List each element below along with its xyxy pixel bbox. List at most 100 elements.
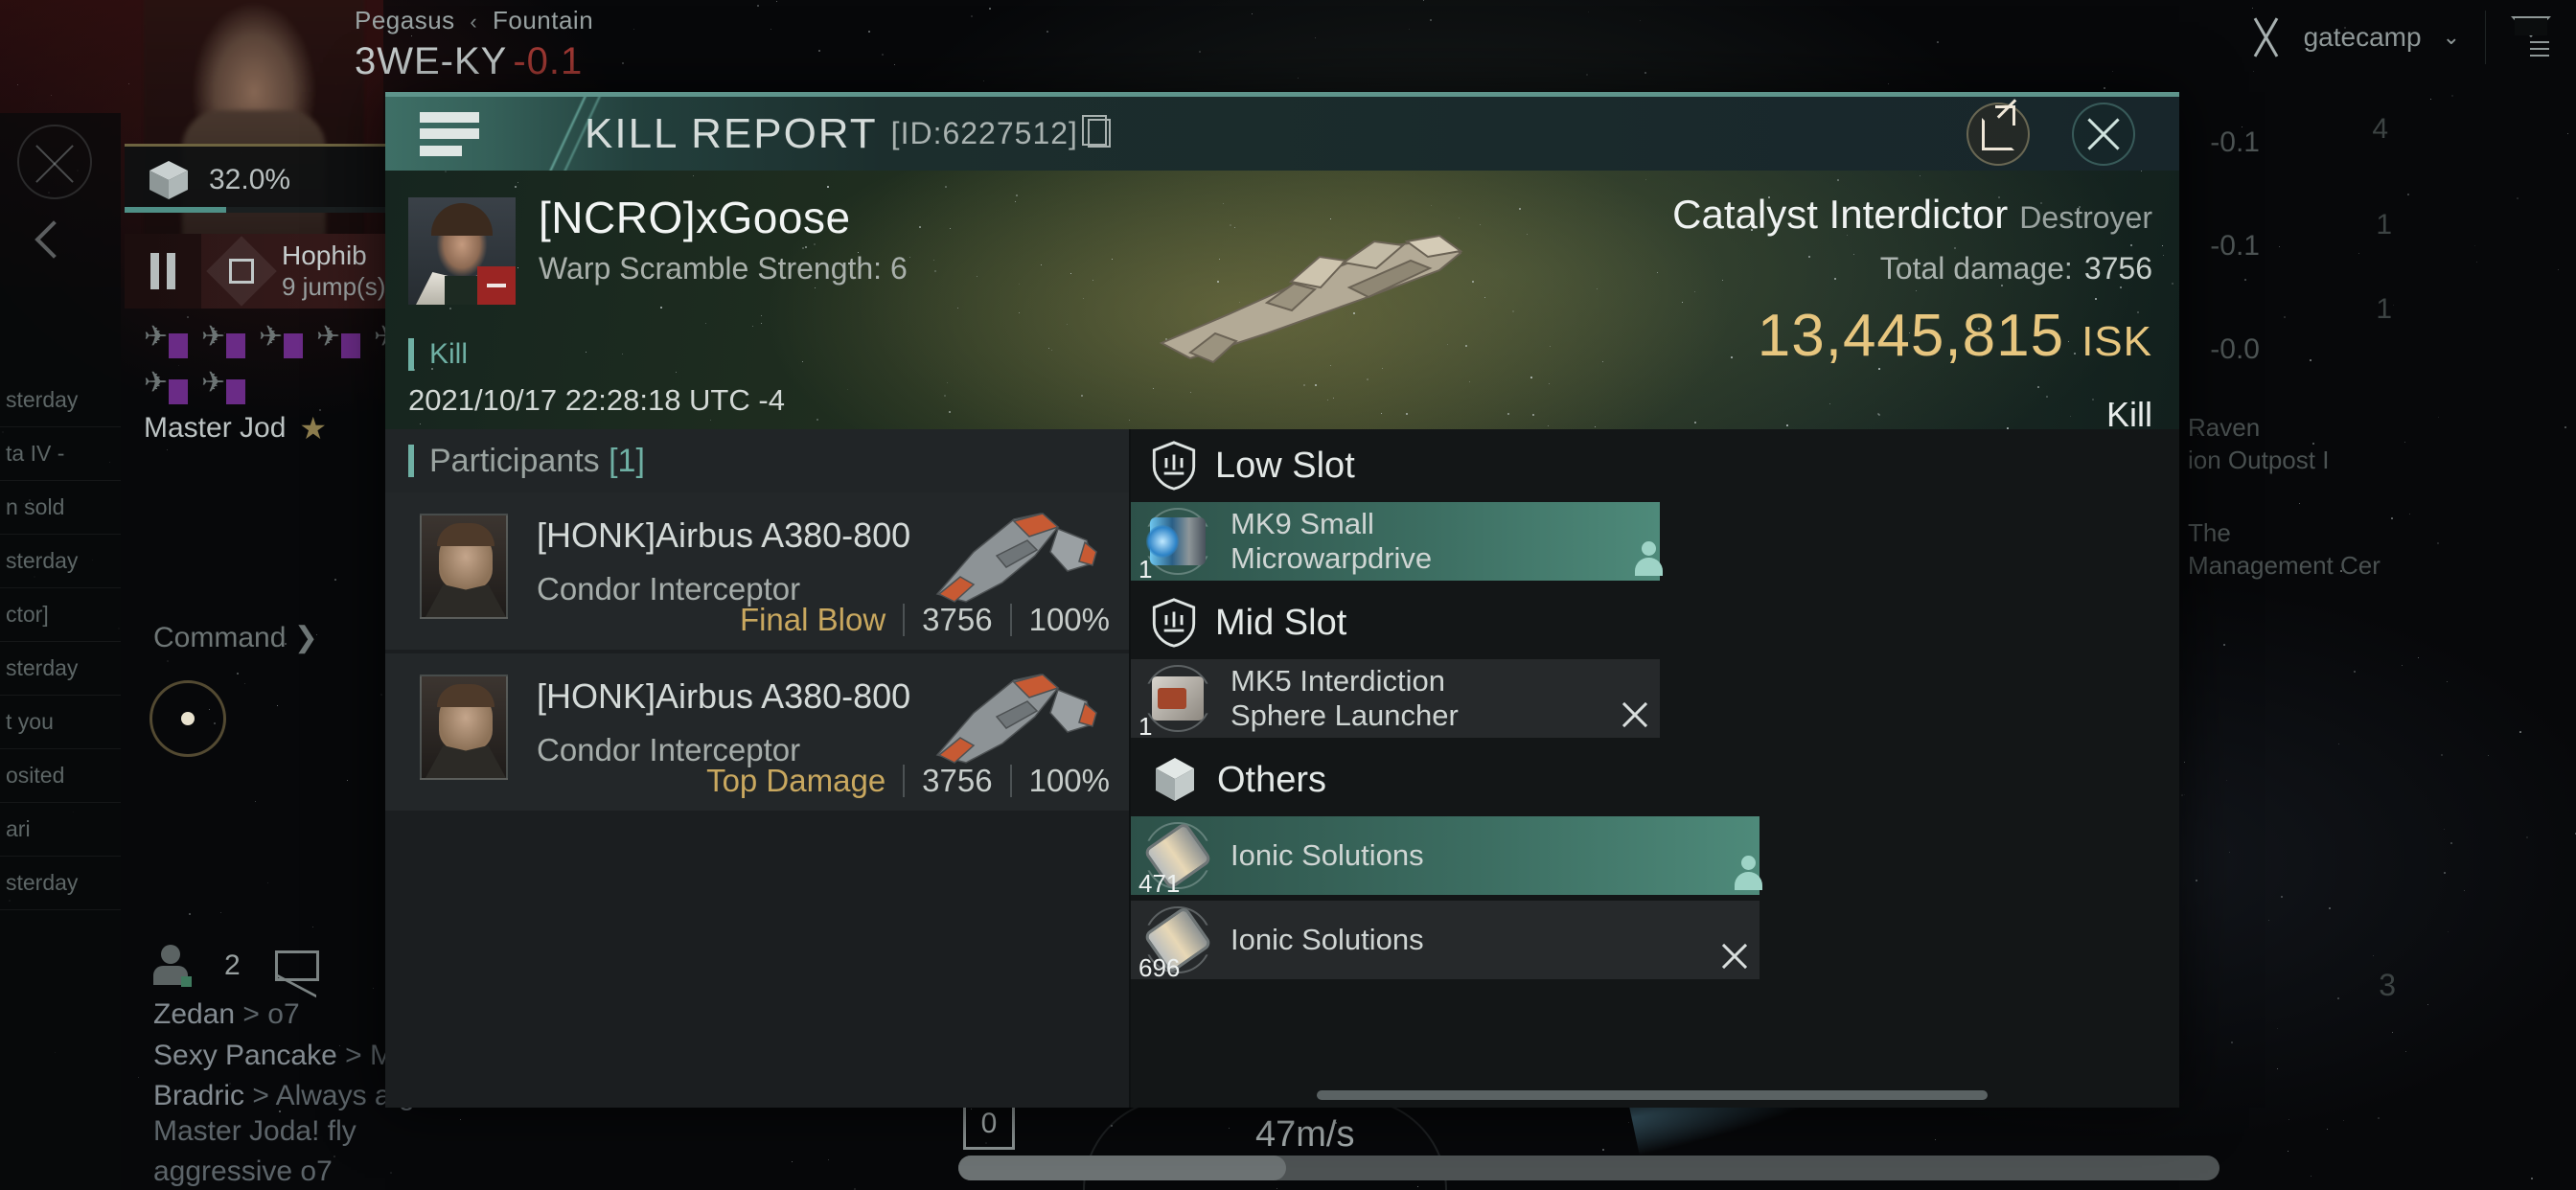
- kill-report-id[interactable]: [ID:6227512]: [891, 116, 1111, 151]
- notification-item[interactable]: osited: [0, 749, 121, 803]
- participants-list: [HONK]Airbus A380-800 Condor Interceptor…: [385, 492, 1129, 811]
- victim-warp-scramble: Warp Scramble Strength: 6: [539, 251, 908, 286]
- launcher-module-icon: [1152, 676, 1204, 721]
- avatar[interactable]: [408, 197, 516, 305]
- cargo-box-icon: [1152, 755, 1198, 805]
- notification-item[interactable]: sterday: [0, 642, 121, 696]
- nearby-management-label: Management Cer: [2188, 551, 2380, 580]
- gatecamp-filter-button[interactable]: gatecamp ⌄: [2220, 0, 2485, 75]
- slot-section-title: Low Slot: [1215, 446, 1355, 487]
- total-damage-row: Total damage: 3756: [1672, 251, 2152, 286]
- table-row[interactable]: [HONK]Airbus A380-800 Condor Interceptor…: [385, 653, 1129, 811]
- mail-icon[interactable]: [275, 950, 319, 981]
- fitting-column: Low Slot 1 MK9 Small Microwarpdrive Mid S…: [1131, 429, 2179, 1108]
- hamburger-icon[interactable]: [420, 112, 479, 156]
- command-menu-button[interactable]: Command ❯: [153, 621, 318, 654]
- notification-item[interactable]: sterday: [0, 535, 121, 588]
- nearby-the-label: The: [2188, 518, 2231, 547]
- nearby-the-entry[interactable]: The Management Cer: [2188, 517, 2408, 583]
- participant-percent: 100%: [1029, 763, 1110, 799]
- member-icon: [151, 945, 190, 987]
- overview-count-4: 3: [2379, 968, 2396, 1003]
- notification-item[interactable]: ari: [0, 803, 121, 857]
- kill-report-dialog: KILL REPORT [ID:6227512] [NCRO]xGoose Wa…: [385, 92, 2179, 1108]
- crossed-swords-icon: [2244, 15, 2288, 59]
- fleet-member-icon[interactable]: ✈: [201, 324, 245, 358]
- nearby-raven-entry[interactable]: Raven ion Outpost I: [2188, 412, 2408, 477]
- page-title: KILL REPORT: [585, 110, 878, 158]
- fleet-member-icon[interactable]: ✈: [259, 324, 303, 358]
- slot-section-modules: 471 Ionic Solutions 696 Ionic Solutions: [1131, 816, 2179, 985]
- kill-result-label: Kill: [1672, 395, 2152, 429]
- shield-slot-icon: [1152, 597, 1196, 649]
- close-icon: [2082, 113, 2125, 155]
- participant-percent: 100%: [1029, 602, 1110, 638]
- current-system[interactable]: 3WE-KY -0.1: [355, 40, 583, 83]
- notification-item[interactable]: n sold: [0, 481, 121, 535]
- destroyed-ship-render: [1123, 199, 1526, 381]
- module-slot-item[interactable]: 1 MK9 Small Microwarpdrive: [1131, 502, 1660, 581]
- fleet-commander-entry[interactable]: Master Jod ★: [144, 410, 327, 446]
- notification-item[interactable]: sterday: [0, 857, 121, 910]
- throttle-slider[interactable]: [958, 1156, 2220, 1180]
- horizontal-scrollbar[interactable]: [1317, 1090, 1988, 1100]
- shield-slot-icon: [1152, 440, 1196, 492]
- table-row[interactable]: [HONK]Airbus A380-800 Condor Interceptor…: [385, 492, 1129, 650]
- copy-icon[interactable]: [1088, 119, 1111, 148]
- module-slot-item[interactable]: 696 Ionic Solutions: [1131, 901, 1760, 979]
- nearby-sec-2: -0.1: [2210, 230, 2260, 263]
- isk-value: 13,445,815: [1758, 303, 2064, 369]
- isk-value-row: 13,445,815 ISK: [1672, 302, 2152, 370]
- chevron-down-icon: ⌄: [2443, 25, 2460, 50]
- victim-banner: [NCRO]xGoose Warp Scramble Strength: 6 K…: [385, 171, 2179, 429]
- slot-section-title: Others: [1217, 760, 1326, 801]
- fitting-sections: Low Slot 1 MK9 Small Microwarpdrive Mid S…: [1131, 429, 2179, 985]
- kill-timestamp: 2021/10/17 22:28:18 UTC -4: [408, 383, 785, 418]
- notification-item[interactable]: ta IV -: [0, 427, 121, 481]
- close-button[interactable]: [2072, 103, 2135, 166]
- filter-button[interactable]: [2486, 0, 2576, 75]
- total-damage-label: Total damage:: [1880, 251, 2073, 286]
- pause-icon[interactable]: [125, 234, 201, 309]
- module-slot-item[interactable]: 471 Ionic Solutions: [1131, 816, 1760, 895]
- stop-icon[interactable]: [206, 236, 277, 307]
- module-quantity: 1: [1138, 712, 1152, 742]
- participant-tag: Final Blow: [740, 602, 886, 638]
- participant-name: [HONK]Airbus A380-800: [537, 515, 910, 556]
- slot-section-modules: 1 MK5 Interdiction Sphere Launcher: [1131, 659, 2179, 744]
- victim-ship-name: Catalyst Interdictor: [1672, 192, 2008, 237]
- notification-item[interactable]: t you: [0, 696, 121, 749]
- isk-unit: ISK: [2082, 318, 2152, 365]
- victim-name[interactable]: [NCRO]xGoose: [539, 192, 851, 243]
- region-breadcrumb[interactable]: Pegasus ‹ Fountain: [355, 6, 593, 35]
- screen: Pegasus ‹ Fountain 3WE-KY -0.1 gatecamp ⌄…: [0, 0, 2576, 1190]
- character-portrait-background: [144, 0, 364, 259]
- system-name-label: 3WE-KY: [355, 40, 507, 82]
- module-name: MK5 Interdiction Sphere Launcher: [1230, 664, 1459, 732]
- top-right-toolbar: gatecamp ⌄: [2220, 0, 2576, 75]
- module-slot-item[interactable]: 1 MK5 Interdiction Sphere Launcher: [1131, 659, 1660, 738]
- fleet-member-icon[interactable]: ✈: [144, 370, 188, 404]
- avatar[interactable]: [420, 675, 508, 780]
- notification-item[interactable]: sterday: [0, 374, 121, 427]
- module-quantity: 471: [1138, 869, 1180, 899]
- orbit-target-icon[interactable]: [150, 680, 226, 757]
- breadcrumb-chevron-icon: ‹: [470, 10, 477, 34]
- fleet-member-icon[interactable]: ✈: [201, 370, 245, 404]
- module-icon: 696: [1140, 903, 1215, 977]
- share-button[interactable]: [1966, 103, 2030, 166]
- module-name: Ionic Solutions: [1230, 838, 1424, 873]
- avatar[interactable]: [420, 514, 508, 619]
- star-icon: ★: [299, 410, 327, 446]
- participants-header: Participants [1]: [385, 429, 1129, 492]
- fleet-member-icon[interactable]: ✈: [316, 324, 360, 358]
- participant-ship-render: [914, 502, 1106, 607]
- module-icon: 471: [1140, 818, 1215, 893]
- fleet-member-icon[interactable]: ✈: [144, 324, 188, 358]
- slot-section-header: Mid Slot: [1131, 586, 2179, 659]
- hud-close-icon[interactable]: [17, 125, 92, 199]
- cargo-percent-label: 32.0%: [209, 164, 290, 196]
- notification-item[interactable]: ctor]: [0, 588, 121, 642]
- region-parent-label: Pegasus: [355, 6, 455, 34]
- notification-list[interactable]: sterday ta IV -n sold sterday ctor] sterday t…: [0, 374, 121, 910]
